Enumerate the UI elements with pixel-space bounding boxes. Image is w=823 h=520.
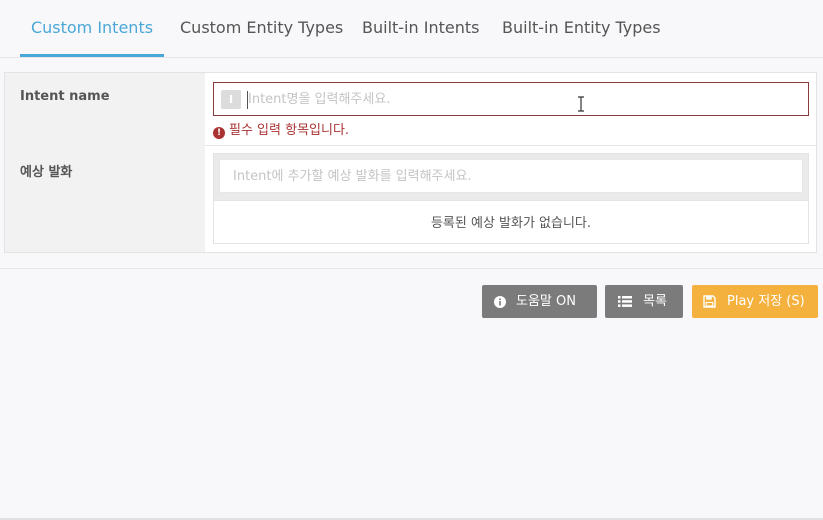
tab-built-in-entity-types[interactable]: Built-in Entity Types — [502, 0, 661, 57]
utterance-cell: 등록된 예상 발화가 없습니다. — [205, 145, 816, 252]
save-icon — [703, 285, 716, 318]
utterance-label: 예상 발화 — [5, 145, 205, 252]
utterance-input[interactable] — [219, 159, 803, 193]
utterance-empty-message: 등록된 예상 발화가 없습니다. — [430, 216, 592, 231]
intent-name-field[interactable]: I — [213, 82, 809, 116]
list-button-label: 목록 — [643, 294, 667, 309]
info-icon — [494, 285, 506, 318]
intent-badge-icon: I — [221, 90, 241, 109]
error-text: 필수 입력 항목입니다. — [229, 123, 350, 138]
save-button-label: Play 저장 (S) — [727, 294, 805, 309]
tab-built-in-intents[interactable]: Built-in Intents — [362, 0, 479, 57]
list-button[interactable]: 목록 — [605, 285, 683, 318]
intent-form: Intent name I !필수 입력 항목입니다. 예상 발화 등록된 예상 — [4, 72, 817, 253]
list-icon — [618, 285, 632, 318]
intent-name-row: Intent name I ! 필수 입력 항목입니다. — [5, 73, 816, 146]
tab-custom-intents[interactable]: Custom Intents — [20, 0, 164, 57]
tab-bar: Custom Intents Custom Entity Types Built… — [0, 0, 823, 58]
utterance-box: 등록된 예상 발화가 없습니다. — [213, 153, 809, 244]
section-divider — [0, 268, 823, 269]
help-toggle-button[interactable]: 도움말 ON — [482, 285, 597, 318]
help-button-label: 도움말 ON — [516, 294, 576, 309]
save-button[interactable]: Play 저장 (S) — [692, 285, 818, 318]
utterance-input-bar — [214, 154, 808, 201]
utterance-row: 예상 발화 등록된 예상 발화가 없습니다. — [5, 145, 816, 252]
intent-name-error: ! 필수 입력 항목입니다. — [213, 119, 349, 139]
intent-name-cell: I ! 필수 입력 항목입니다. — [205, 73, 816, 145]
intent-name-label: Intent name — [5, 73, 205, 145]
intent-name-input[interactable] — [248, 85, 788, 113]
tab-custom-entity-types[interactable]: Custom Entity Types — [180, 0, 343, 57]
exclamation-icon: ! — [213, 127, 225, 139]
text-cursor-icon — [578, 96, 584, 112]
